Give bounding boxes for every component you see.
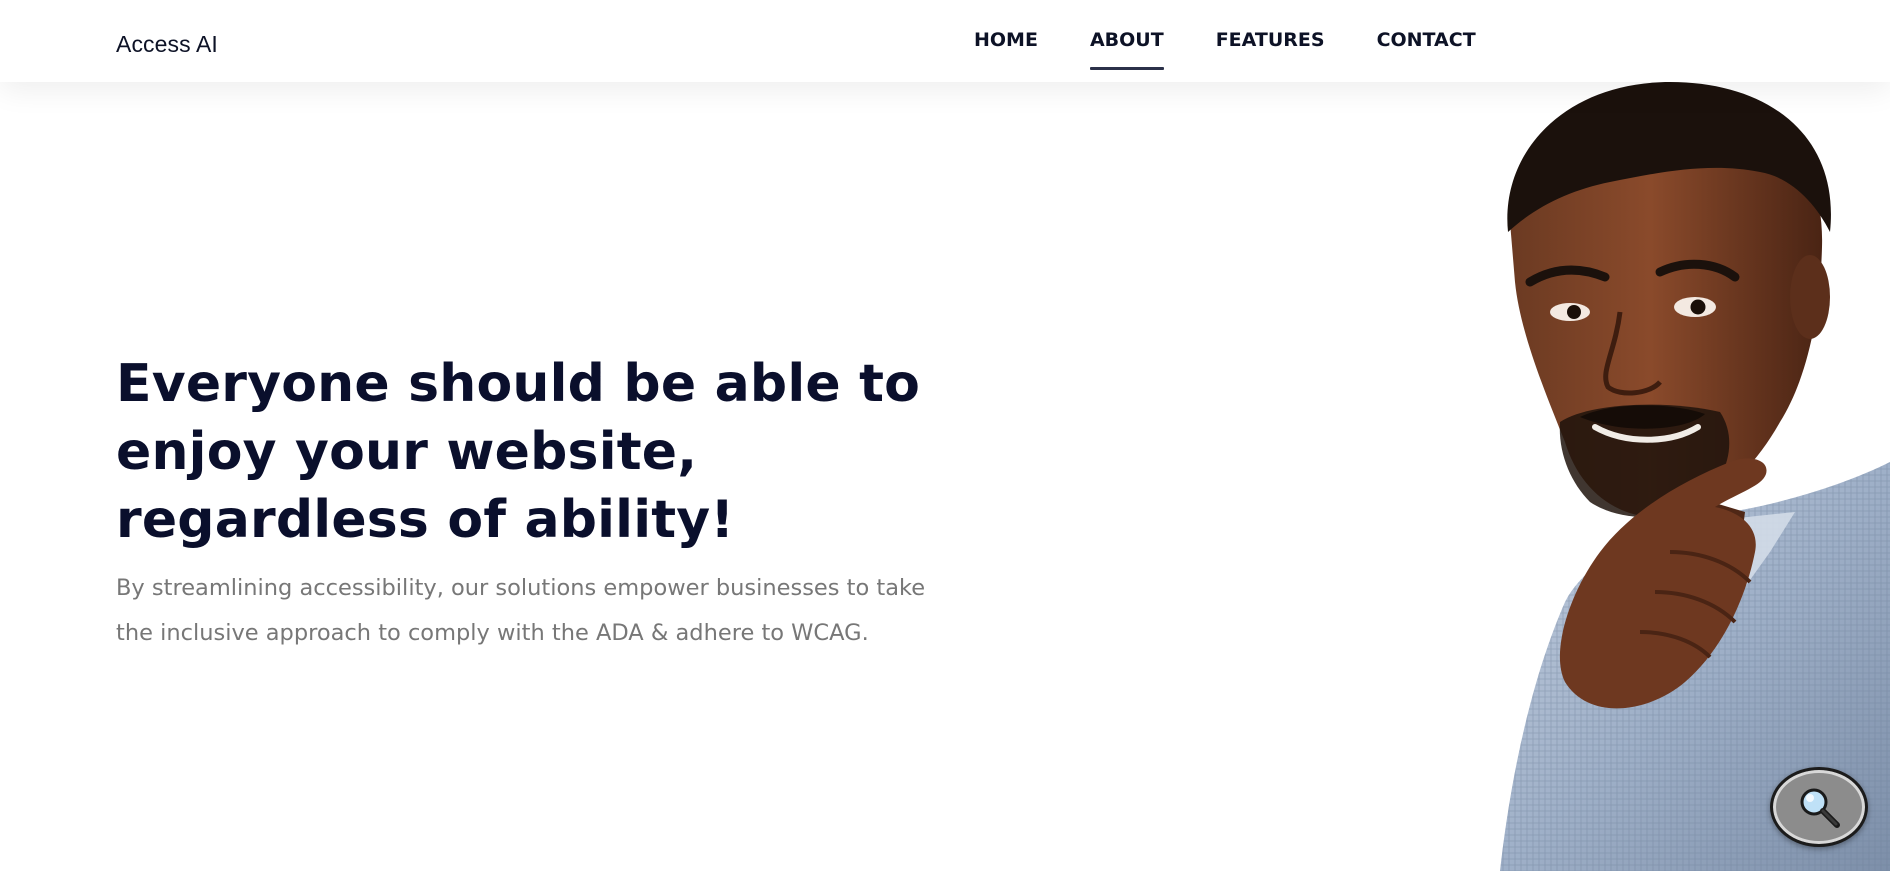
nav-contact[interactable]: CONTACT	[1377, 29, 1476, 51]
hero-heading-line: Everyone should be able to	[116, 354, 921, 414]
hero-description-line: By streamlining accessibility, our solut…	[116, 575, 926, 601]
main-nav: HOME ABOUT FEATURES CONTACT	[974, 0, 1528, 82]
hero-heading-line: enjoy your website,	[116, 422, 698, 482]
site-header: Access AI HOME ABOUT FEATURES CONTACT	[0, 0, 1890, 82]
hero-description-line: the inclusive approach to comply with th…	[116, 620, 869, 646]
site-logo[interactable]: Access AI	[116, 31, 218, 58]
hero-description: By streamlining accessibility, our solut…	[116, 566, 946, 656]
nav-home[interactable]: HOME	[974, 29, 1038, 51]
landing-page: Access AI HOME ABOUT FEATURES CONTACT Ev…	[0, 0, 1890, 871]
search-button[interactable]	[1770, 767, 1868, 847]
hero-heading: Everyone should be able to enjoy your we…	[116, 350, 936, 554]
nav-features[interactable]: FEATURES	[1216, 29, 1325, 51]
magnifier-icon	[1800, 788, 1840, 828]
hero-person-image	[1500, 82, 1890, 871]
nav-about[interactable]: ABOUT	[1089, 29, 1164, 70]
hero-heading-line: regardless of ability!	[116, 490, 735, 550]
